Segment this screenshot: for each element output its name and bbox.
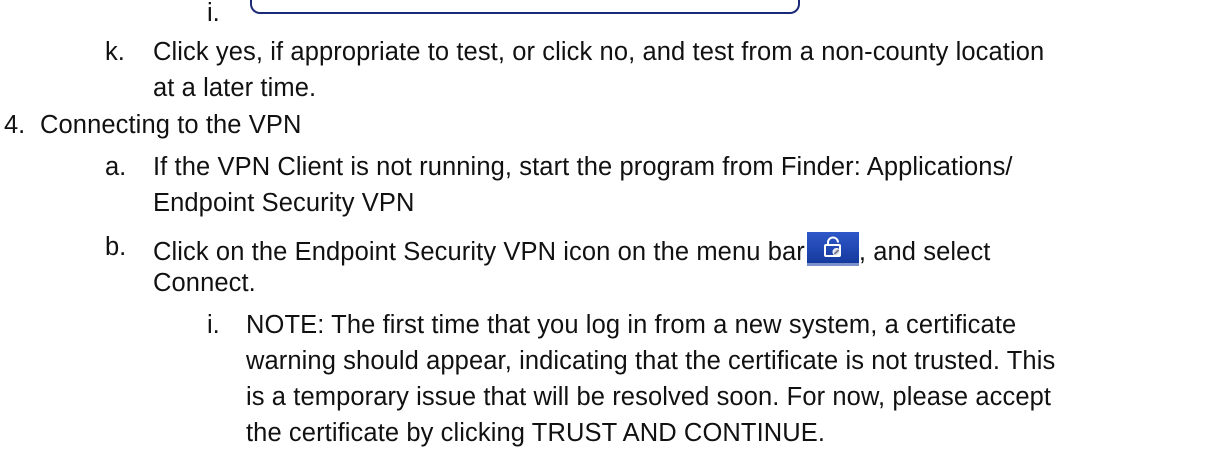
list-marker-4: 4. <box>4 111 26 139</box>
list-marker-b: b. <box>105 233 127 261</box>
embedded-screenshot-partial <box>250 0 800 14</box>
item-k-line-2: at a later time. <box>153 74 317 102</box>
list-marker-k: k. <box>105 38 125 66</box>
item-b-text-after-icon: , and select <box>858 238 991 266</box>
item-a-line-2: Endpoint Security VPN <box>153 189 415 217</box>
list-marker-i-note: i. <box>207 311 220 339</box>
list-marker-a: a. <box>105 153 127 181</box>
note-line-1: NOTE: The first time that you log in fro… <box>246 311 1017 339</box>
item-b-line-2: Connect. <box>153 269 256 297</box>
item-b-line-1: Click on the Endpoint Security VPN icon … <box>153 232 990 267</box>
lock-glyph-icon <box>823 236 841 257</box>
list-marker-i-top: i. <box>207 0 220 27</box>
item-k-line-1: Click yes, if appropriate to test, or cl… <box>153 38 1045 66</box>
vpn-lock-icon <box>806 232 859 266</box>
note-line-3: is a temporary issue that will be resolv… <box>246 383 1052 411</box>
note-line-4: the certificate by clicking TRUST AND CO… <box>246 419 826 447</box>
section-heading: Connecting to the VPN <box>40 111 302 139</box>
note-line-2: warning should appear, indicating that t… <box>246 347 1056 375</box>
item-b-text-before-icon: Click on the Endpoint Security VPN icon … <box>153 238 805 266</box>
item-a-line-1: If the VPN Client is not running, start … <box>153 153 1013 181</box>
